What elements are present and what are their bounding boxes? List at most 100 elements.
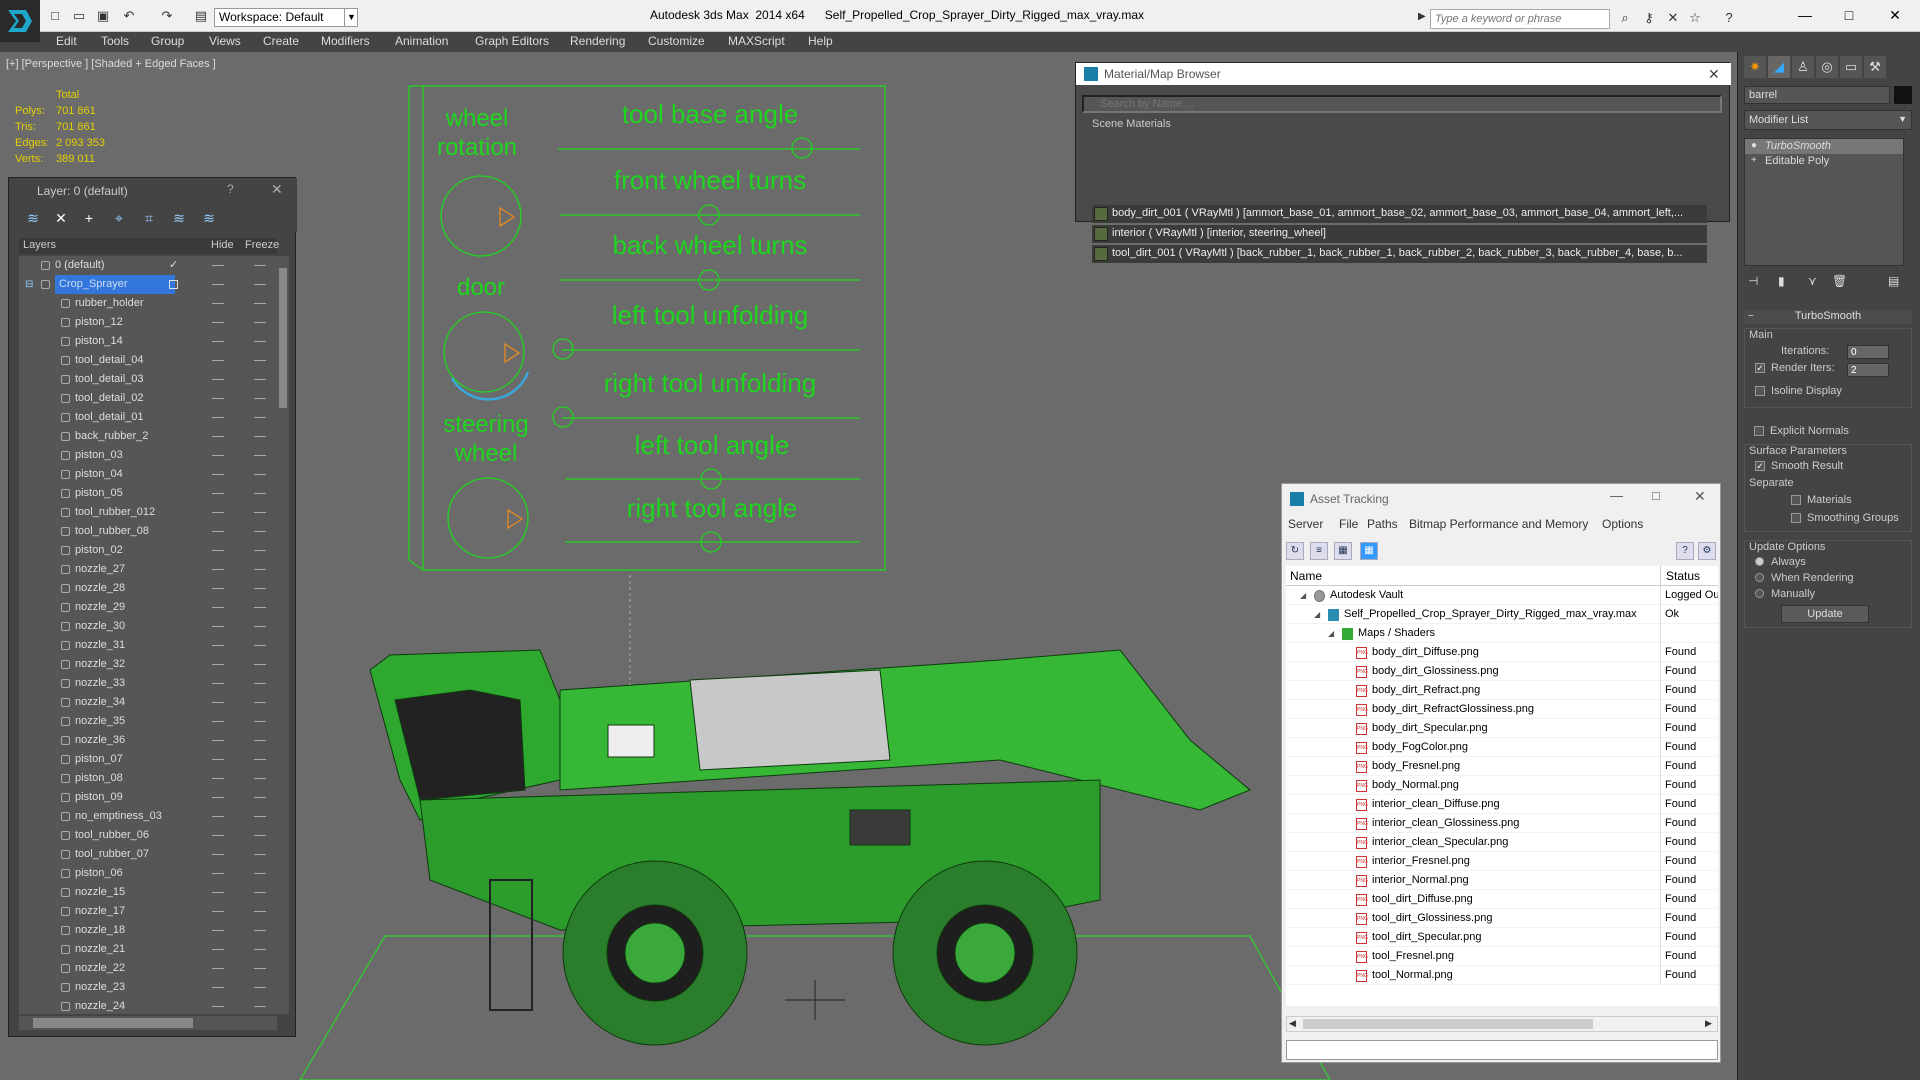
scroll-thumb-h[interactable] (33, 1018, 193, 1028)
hide-toggle[interactable] (212, 607, 224, 608)
delete-layer-icon[interactable]: ✕ (51, 208, 71, 228)
asset-row[interactable]: PNG body_dirt_Refract.png Found (1286, 681, 1718, 700)
freeze-toggle[interactable] (254, 930, 266, 931)
layer-row[interactable]: no_emptiness_03 (19, 807, 277, 826)
freeze-toggle[interactable] (254, 322, 266, 323)
scroll-left-icon[interactable]: ◀ (1289, 1018, 1296, 1029)
tree-collapse-icon[interactable]: ◢ (1328, 624, 1334, 643)
freeze-toggle[interactable] (254, 892, 266, 893)
layer-row[interactable]: tool_rubber_012 (19, 503, 277, 522)
hide-toggle[interactable] (212, 265, 224, 266)
remove-modifier-icon[interactable]: 🗑 (1832, 274, 1847, 288)
asset-row[interactable]: PNG tool_Normal.png Found (1286, 966, 1718, 985)
hide-toggle[interactable] (212, 1006, 224, 1007)
isoline-display-checkbox[interactable] (1755, 386, 1765, 396)
new-file-icon[interactable]: □ (46, 8, 64, 24)
menu-help[interactable]: Help (808, 34, 833, 48)
hide-toggle[interactable] (212, 797, 224, 798)
menu-maxscript[interactable]: MAXScript (728, 34, 785, 48)
layer-row[interactable]: piston_12 (19, 313, 277, 332)
asset-row[interactable]: PNG body_Fresnel.png Found (1286, 757, 1718, 776)
hide-toggle[interactable] (212, 778, 224, 779)
asset-row[interactable]: PNG body_dirt_RefractGlossiness.png Found (1286, 700, 1718, 719)
menu-animation[interactable]: Animation (395, 34, 448, 48)
freeze-all-layers-icon[interactable]: ≋ (199, 208, 219, 228)
layer-row[interactable]: tool_rubber_06 (19, 826, 277, 845)
tree-collapse-icon[interactable]: ◢ (1300, 586, 1306, 605)
hide-toggle[interactable] (212, 645, 224, 646)
hide-toggle[interactable] (212, 531, 224, 532)
current-layer-check-icon[interactable]: ✓ (169, 256, 178, 275)
asset-menu-file[interactable]: File (1339, 517, 1358, 531)
freeze-toggle[interactable] (254, 265, 266, 266)
column-hide[interactable]: Hide (211, 239, 234, 251)
utilities-tab-icon[interactable]: ⚒ (1864, 56, 1886, 78)
minimize-button[interactable]: — (1790, 4, 1820, 26)
freeze-toggle[interactable] (254, 721, 266, 722)
pin-stack-icon[interactable]: ⊣ (1748, 274, 1758, 288)
column-status[interactable]: Status (1666, 569, 1700, 583)
layer-row[interactable]: nozzle_33 (19, 674, 277, 693)
asset-horizontal-scrollbar[interactable]: ◀ ▶ (1286, 1016, 1718, 1032)
menu-edit[interactable]: Edit (56, 34, 77, 48)
table-view-icon[interactable]: ▦ (1360, 542, 1378, 560)
asset-menu-options[interactable]: Options (1602, 517, 1643, 531)
layer-row[interactable]: rubber_holder (19, 294, 277, 313)
layer-row[interactable]: nozzle_21 (19, 940, 277, 959)
asset-row[interactable]: PNG tool_dirt_Diffuse.png Found (1286, 890, 1718, 909)
menu-customize[interactable]: Customize (648, 34, 705, 48)
workspace-dropdown[interactable]: Workspace: Default (214, 8, 358, 27)
layer-row[interactable]: piston_08 (19, 769, 277, 788)
hide-toggle[interactable] (212, 322, 224, 323)
freeze-toggle[interactable] (254, 569, 266, 570)
set-current-layer-icon[interactable] (169, 280, 178, 289)
lightbulb-icon[interactable]: ● (1751, 140, 1757, 151)
layer-horizontal-scrollbar[interactable] (19, 1016, 277, 1030)
asset-row[interactable]: ◢ Self_Propelled_Crop_Sprayer_Dirty_Rigge… (1286, 605, 1718, 624)
freeze-toggle[interactable] (254, 436, 266, 437)
hide-all-layers-icon[interactable]: ≋ (169, 208, 189, 228)
show-end-result-icon[interactable]: ▮ (1778, 274, 1785, 288)
hide-toggle[interactable] (212, 398, 224, 399)
detail-view-icon[interactable]: ▦ (1334, 542, 1352, 560)
make-unique-icon[interactable]: ⋎ (1808, 274, 1817, 288)
asset-row[interactable]: PNG interior_clean_Glossiness.png Found (1286, 814, 1718, 833)
render-iters-checkbox[interactable]: ✓ (1755, 363, 1765, 373)
update-button[interactable]: Update (1781, 605, 1869, 623)
asset-row[interactable]: PNG interior_Normal.png Found (1286, 871, 1718, 890)
freeze-toggle[interactable] (254, 949, 266, 950)
asset-row[interactable]: PNG body_dirt_Diffuse.png Found (1286, 643, 1718, 662)
freeze-toggle[interactable] (254, 968, 266, 969)
layer-row[interactable]: nozzle_17 (19, 902, 277, 921)
refresh-icon[interactable]: ↻ (1286, 542, 1304, 560)
layer-row[interactable]: tool_detail_01 (19, 408, 277, 427)
hide-toggle[interactable] (212, 816, 224, 817)
expand-plus-icon[interactable]: + (1751, 155, 1757, 166)
layer-row[interactable]: nozzle_15 (19, 883, 277, 902)
layer-row[interactable]: piston_14 (19, 332, 277, 351)
freeze-toggle[interactable] (254, 816, 266, 817)
layer-row[interactable]: piston_05 (19, 484, 277, 503)
freeze-toggle[interactable] (254, 987, 266, 988)
asset-help-icon[interactable]: ? (1676, 542, 1694, 560)
configure-sets-icon[interactable]: ▤ (1888, 274, 1899, 288)
layer-row[interactable]: nozzle_36 (19, 731, 277, 750)
freeze-toggle[interactable] (254, 797, 266, 798)
hide-toggle[interactable] (212, 550, 224, 551)
scene-materials-section[interactable]: Scene Materials (1082, 117, 1722, 133)
layer-row[interactable]: nozzle_32 (19, 655, 277, 674)
hide-toggle[interactable] (212, 493, 224, 494)
asset-row[interactable]: ◢ Autodesk Vault Logged Ou (1286, 586, 1718, 605)
open-file-icon[interactable]: ▭ (70, 8, 88, 24)
tree-collapse-icon[interactable]: ◢ (1314, 605, 1320, 624)
scroll-right-icon[interactable]: ▶ (1705, 1018, 1712, 1029)
explicit-normals-checkbox[interactable] (1754, 426, 1764, 436)
freeze-toggle[interactable] (254, 398, 266, 399)
layer-vertical-scrollbar[interactable] (277, 256, 289, 1014)
stack-item-editable-poly[interactable]: + Editable Poly (1745, 154, 1903, 169)
layer-row[interactable]: piston_06 (19, 864, 277, 883)
hide-toggle[interactable] (212, 740, 224, 741)
help-icon[interactable]: ? (1720, 10, 1738, 26)
materials-checkbox[interactable] (1791, 495, 1801, 505)
freeze-toggle[interactable] (254, 360, 266, 361)
